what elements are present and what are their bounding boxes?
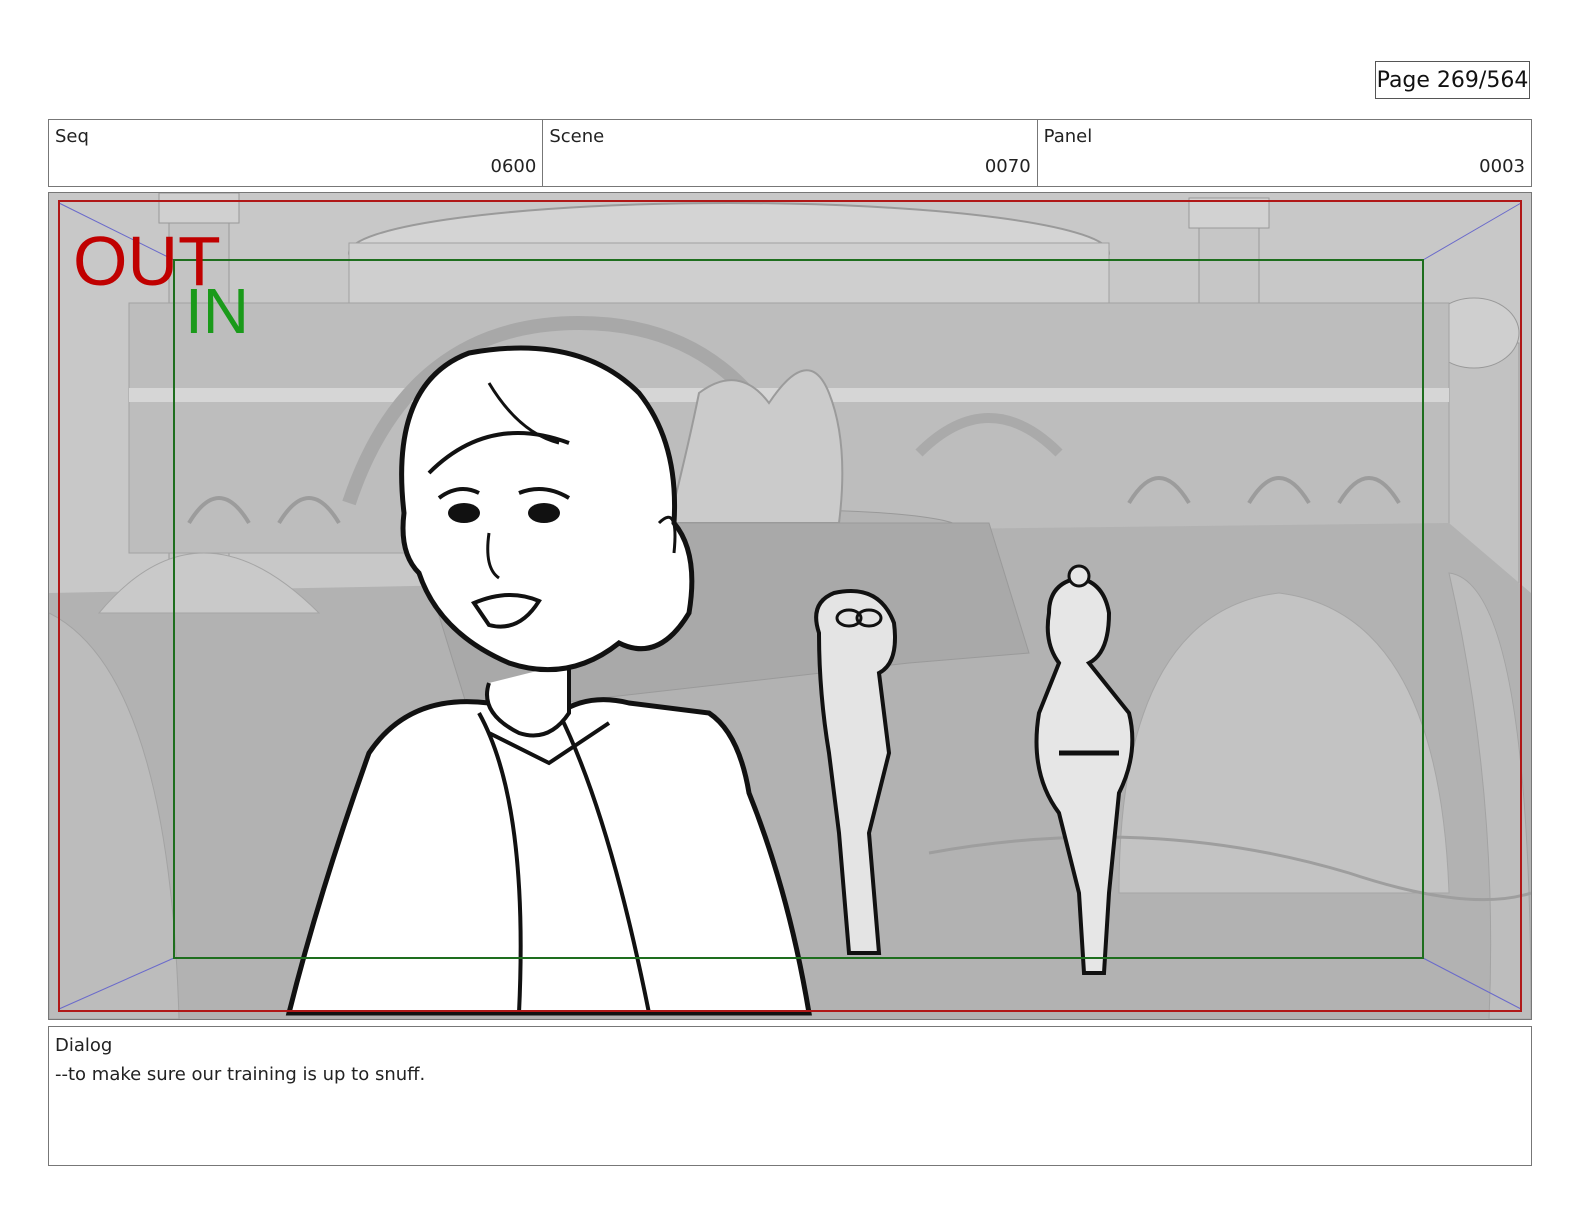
scene-cell: Scene 0070 bbox=[543, 120, 1038, 186]
panel-label: Panel bbox=[1043, 126, 1093, 147]
dialog-text: --to make sure our training is up to snu… bbox=[55, 1064, 426, 1085]
in-label: IN bbox=[185, 275, 249, 347]
scene-label: Scene bbox=[549, 126, 605, 147]
seq-value: 0600 bbox=[490, 156, 537, 177]
seq-label: Seq bbox=[55, 126, 89, 147]
dialog-box: Dialog --to make sure our training is up… bbox=[48, 1026, 1532, 1166]
panel-value: 0003 bbox=[1479, 156, 1525, 177]
scene-value: 0070 bbox=[984, 156, 1031, 177]
storyboard-drawing: OUT IN bbox=[49, 193, 1531, 1019]
panel-info-header: Seq 0600 Scene 0070 Panel 0003 bbox=[48, 119, 1532, 187]
storyboard-panel: OUT IN bbox=[48, 192, 1532, 1020]
seq-cell: Seq 0600 bbox=[49, 120, 544, 186]
right-tower-top bbox=[1188, 197, 1270, 229]
palace-roof bbox=[348, 242, 1110, 304]
panel-cell: Panel 0003 bbox=[1038, 120, 1531, 186]
dialog-label: Dialog bbox=[55, 1035, 113, 1056]
left-tower-top bbox=[158, 193, 240, 224]
page-number: Page 269/564 bbox=[1375, 61, 1530, 99]
